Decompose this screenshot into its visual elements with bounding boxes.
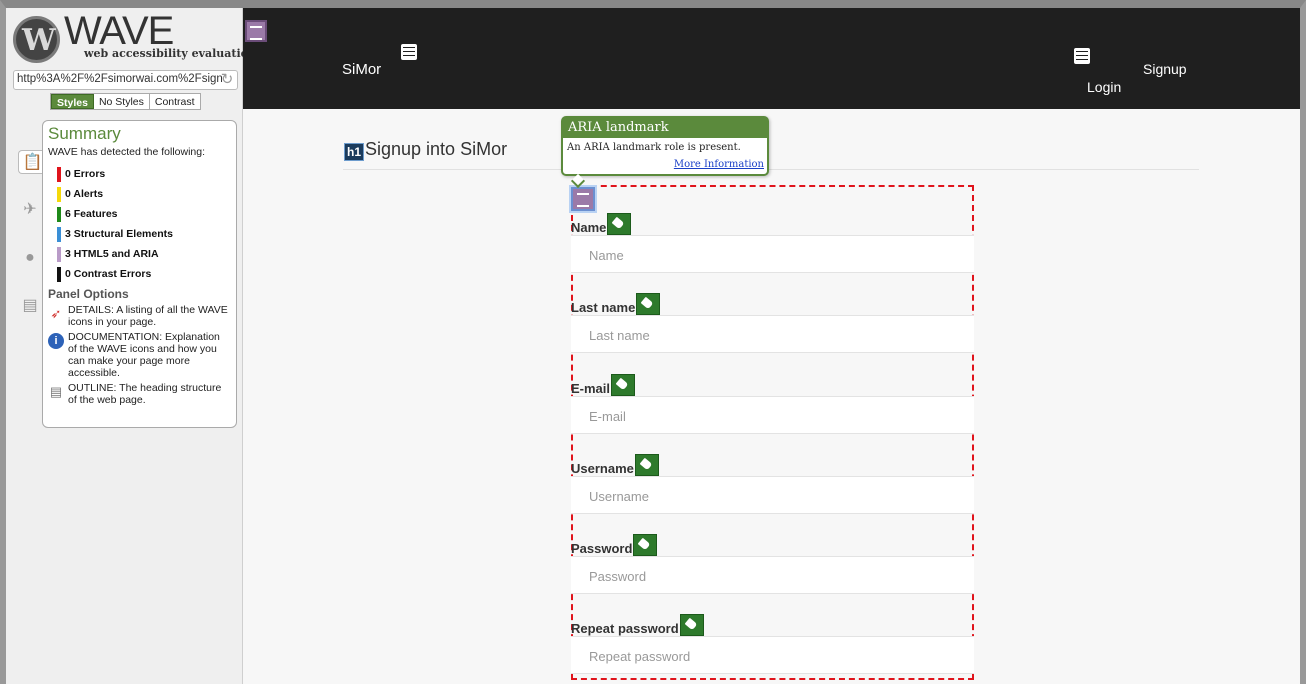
h1-icon[interactable]: h1	[344, 143, 365, 161]
label-tag-icon[interactable]	[636, 293, 661, 315]
summary-panel: Summary WAVE has detected the following:…	[42, 120, 237, 428]
field-label: Password	[571, 534, 658, 556]
wave-sidebar: W WAVE web accessibility evaluation tool…	[6, 8, 284, 684]
list-icon	[401, 44, 417, 60]
field-label: E-mail	[571, 374, 636, 396]
wave-logo[interactable]: W WAVE web accessibility evaluation tool	[10, 9, 284, 71]
option-outline[interactable]: ▤ OUTLINE: The heading structure of the …	[48, 382, 231, 406]
summary-item-label: 0 Contrast Errors	[65, 268, 152, 280]
style-tabs: Styles No Styles Contrast	[50, 93, 201, 110]
last-name-input[interactable]: Last name	[571, 315, 974, 353]
nav-signup-link[interactable]: Signup	[1143, 61, 1187, 77]
label-text: Name	[571, 220, 607, 235]
url-input[interactable]: http%3A%2F%2Fsimorwai.com%2Fsign	[13, 70, 238, 90]
summary-title: Summary	[48, 124, 121, 143]
tab-styles[interactable]: Styles	[51, 94, 94, 109]
summary-item-label: 3 HTML5 and ARIA	[65, 248, 159, 260]
field-label: Last name	[571, 293, 661, 315]
label-tag-icon[interactable]	[611, 374, 636, 396]
summary-errors[interactable]: 0 Errors	[57, 164, 231, 184]
site-brand[interactable]: SiMor	[342, 61, 381, 78]
summary-item-label: 3 Structural Elements	[65, 228, 173, 240]
repeat-password-input[interactable]: Repeat password	[571, 636, 974, 674]
label-text: Last name	[571, 300, 636, 315]
aria-landmark-tooltip: ARIA landmark An ARIA landmark role is p…	[561, 116, 769, 189]
outline-doc-icon: ▤	[49, 384, 63, 399]
tab-contrast[interactable]: Contrast	[150, 94, 200, 109]
info-icon: i	[48, 333, 64, 349]
structural-swatch	[57, 226, 61, 242]
refresh-icon[interactable]: ↻	[218, 70, 236, 90]
contrast-swatch	[57, 266, 61, 282]
site-navbar: SiMor Login Signup	[243, 8, 1300, 109]
page-title: Signup into SiMor	[365, 139, 508, 159]
option-text: OUTLINE: The heading structure of the we…	[68, 382, 222, 406]
nav-login-link[interactable]: Login	[1087, 79, 1121, 95]
label-tag-icon[interactable]	[633, 534, 658, 556]
summary-item-label: 0 Errors	[65, 168, 106, 180]
summary-intro: WAVE has detected the following:	[48, 146, 206, 158]
name-input[interactable]: Name	[571, 235, 974, 273]
tab-no-styles[interactable]: No Styles	[94, 94, 150, 109]
list-icon	[1074, 48, 1090, 64]
flag-icon[interactable]: ✈	[18, 198, 42, 222]
tooltip-body: An ARIA landmark role is present.	[567, 142, 741, 153]
outline-doc-icon[interactable]: ▤	[18, 294, 42, 318]
email-input[interactable]: E-mail	[571, 396, 974, 434]
option-text: DOCUMENTATION: Explanation of the WAVE i…	[68, 331, 220, 379]
aria-swatch	[57, 246, 61, 262]
label-text: E-mail	[571, 381, 611, 396]
summary-structural[interactable]: 3 Structural Elements	[57, 224, 231, 244]
flag-icon: ➶	[50, 306, 62, 321]
aria-landmark-icon[interactable]	[571, 187, 595, 211]
info-icon[interactable]: ●	[18, 246, 42, 270]
feature-swatch	[57, 206, 61, 222]
wave-logo-icon: W	[13, 16, 60, 63]
summary-alerts[interactable]: 0 Alerts	[57, 184, 231, 204]
option-documentation[interactable]: i DOCUMENTATION: Explanation of the WAVE…	[48, 331, 231, 379]
label-tag-icon[interactable]	[679, 614, 704, 636]
aria-landmark-icon[interactable]	[245, 20, 267, 42]
more-information-link[interactable]: More Information	[674, 159, 764, 170]
label-text: Repeat password	[571, 621, 679, 636]
page-content: h1 Signup into SiMor Name Name Last name…	[243, 109, 1300, 684]
label-text: Username	[571, 461, 634, 476]
option-details[interactable]: ➶ DETAILS: A listing of all the WAVE ico…	[48, 304, 231, 328]
label-text: Password	[571, 541, 633, 556]
tooltip-title: ARIA landmark	[563, 118, 767, 138]
username-input[interactable]: Username	[571, 476, 974, 514]
title-divider	[343, 169, 1199, 170]
password-input[interactable]: Password	[571, 556, 974, 594]
label-tag-icon[interactable]	[634, 454, 659, 476]
label-tag-icon[interactable]	[607, 213, 632, 235]
summary-list: 0 Errors 0 Alerts 6 Features 3 Structura…	[57, 164, 231, 284]
summary-contrast[interactable]: 0 Contrast Errors	[57, 264, 231, 284]
panel-options-title: Panel Options	[48, 287, 129, 301]
summary-features[interactable]: 6 Features	[57, 204, 231, 224]
alert-swatch	[57, 186, 61, 202]
field-label: Username	[571, 454, 659, 476]
option-text: DETAILS: A listing of all the WAVE icons…	[68, 304, 228, 328]
wave-wordmark: WAVE	[64, 9, 174, 53]
field-label: Name	[571, 213, 632, 235]
summary-item-label: 6 Features	[65, 208, 118, 220]
error-swatch	[57, 166, 61, 182]
summary-aria[interactable]: 3 HTML5 and ARIA	[57, 244, 231, 264]
field-label: Repeat password	[571, 614, 704, 636]
summary-item-label: 0 Alerts	[65, 188, 104, 200]
